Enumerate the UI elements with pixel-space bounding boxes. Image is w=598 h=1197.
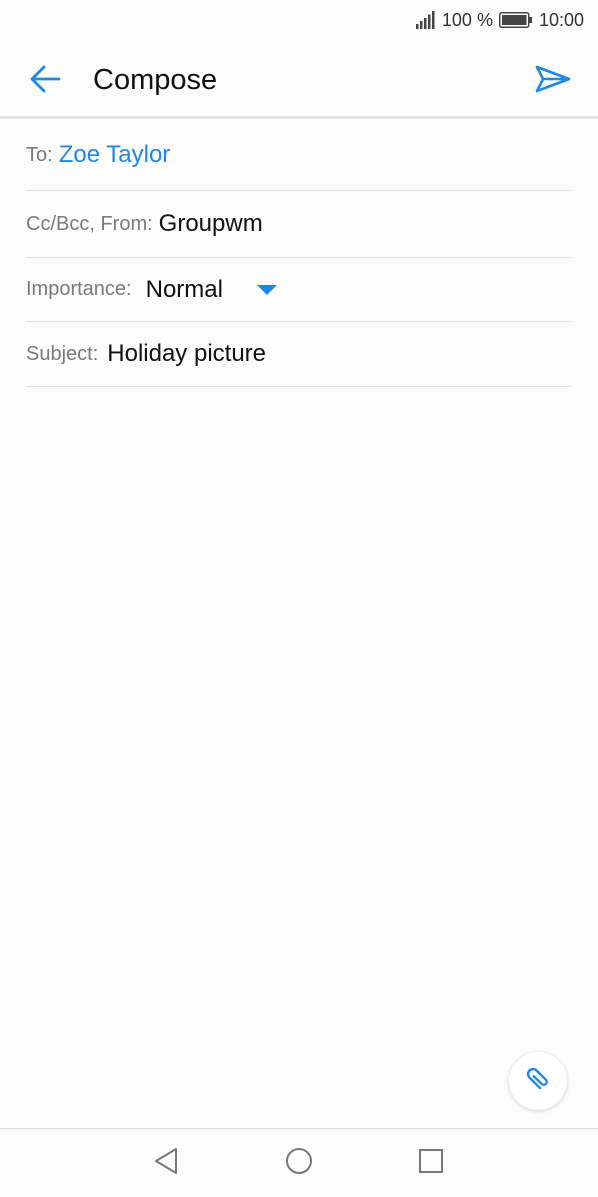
caret-down-icon[interactable] — [256, 284, 277, 295]
recipient-chip[interactable]: Zoe Taylor — [59, 141, 171, 169]
nav-home-button[interactable] — [281, 1145, 317, 1181]
cc-bcc-from-field[interactable]: Cc/Bcc, From: Groupwm — [26, 191, 572, 258]
back-button[interactable] — [22, 58, 68, 104]
subject-field[interactable]: Subject: Holiday picture — [26, 322, 572, 387]
send-button[interactable] — [530, 58, 576, 104]
importance-label: Importance: — [26, 278, 132, 300]
importance-field[interactable]: Importance: Normal — [26, 258, 572, 322]
to-label: To: — [26, 143, 53, 166]
battery-icon — [498, 12, 533, 28]
nav-home-icon — [284, 1146, 314, 1181]
nav-back-icon — [152, 1146, 180, 1181]
cc-bcc-from-label: Cc/Bcc, From: — [26, 212, 153, 235]
importance-select[interactable]: Normal — [146, 276, 223, 304]
signal-icon — [415, 11, 436, 29]
nav-back-button[interactable] — [148, 1145, 184, 1181]
page-title: Compose — [93, 64, 218, 96]
from-account-value: Groupwm — [158, 210, 263, 237]
subject-label: Subject: — [26, 342, 99, 365]
nav-recent-icon — [417, 1147, 445, 1180]
paperclip-icon — [522, 1063, 554, 1100]
app-bar: Compose — [0, 40, 598, 119]
send-icon — [535, 64, 571, 99]
battery-percentage: 100 % — [441, 9, 493, 30]
subject-input[interactable]: Holiday picture — [107, 340, 266, 368]
attach-button[interactable] — [509, 1052, 567, 1110]
arrow-back-icon — [28, 62, 62, 101]
status-bar: 100 % 10:00 — [0, 0, 598, 40]
status-right: 100 % 10:00 — [415, 9, 584, 31]
clock: 10:00 — [538, 9, 584, 30]
system-nav-bar — [0, 1128, 598, 1197]
nav-recent-button[interactable] — [413, 1145, 449, 1181]
to-field[interactable]: To: Zoe Taylor — [26, 120, 572, 191]
